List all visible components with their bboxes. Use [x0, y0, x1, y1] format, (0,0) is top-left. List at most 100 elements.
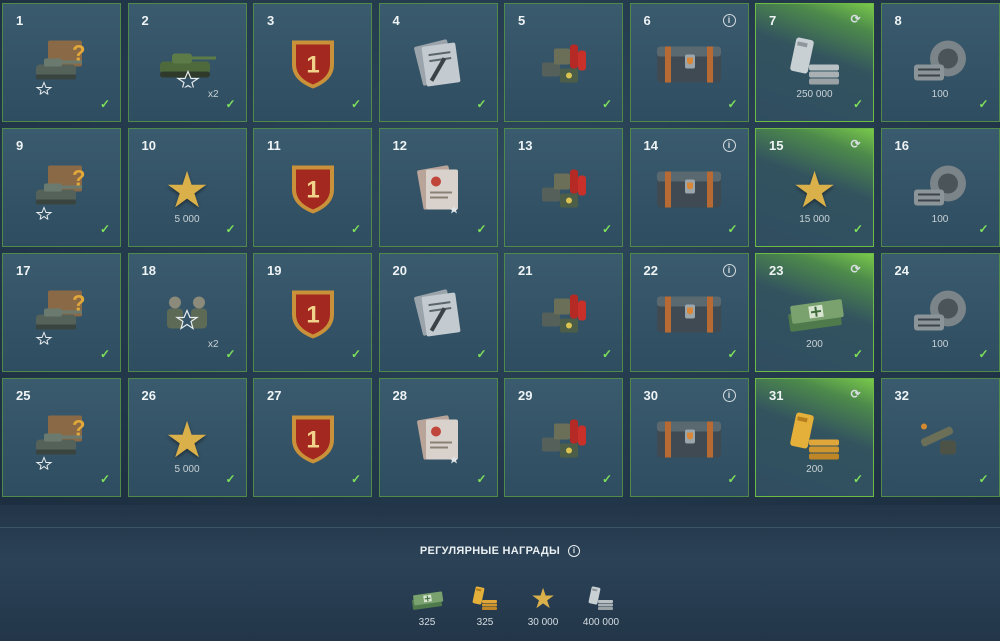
checkmark-icon: ✓ [978, 347, 989, 361]
tile-number: 17 [16, 263, 31, 278]
regular-rewards-title-text: РЕГУЛЯРНЫЕ НАГРАДЫ [419, 545, 561, 557]
reward-tile-32[interactable]: 32 ✓ [880, 378, 1000, 497]
regular-rewards-title: РЕГУЛЯРНЫЕ НАГРАДЫ i [0, 545, 1000, 557]
tile-number: 15 [769, 138, 784, 153]
info-icon[interactable]: i [722, 389, 736, 402]
info-icon[interactable]: i [568, 545, 581, 557]
checkmark-icon: ✓ [601, 472, 612, 486]
boosters-icon [908, 159, 972, 220]
cash-icon [398, 583, 456, 615]
cash-icon [783, 288, 847, 341]
checkmark-icon: ✓ [978, 472, 989, 486]
reward-tile-7[interactable]: 7 ⟳ 250 000 ✓ [755, 3, 874, 122]
reward-tile-28[interactable]: 28 ✓ [378, 378, 498, 497]
reward-tile-21[interactable]: 21 ✓ [504, 253, 623, 372]
tile-number: 2 [141, 13, 149, 28]
checkmark-icon: ✓ [99, 347, 110, 361]
reward-tile-27[interactable]: 27 1 ✓ [253, 378, 372, 497]
reward-tile-31[interactable]: 31 ⟳ 200 ✓ [755, 378, 874, 497]
checkmark-icon: ✓ [476, 222, 487, 236]
mystery-tank-icon: ? [30, 30, 94, 99]
checkmark-icon: ✓ [601, 222, 612, 236]
svg-text:1: 1 [306, 426, 319, 453]
refresh-icon[interactable]: ⟳ [850, 13, 861, 25]
info-icon[interactable]: i [722, 14, 736, 27]
checkmark-icon: ✓ [225, 472, 236, 486]
reward-tile-29[interactable]: 29 ✓ [504, 378, 623, 497]
reward-tile-12[interactable]: 12 ✓ [378, 128, 498, 247]
reward-tile-5[interactable]: 5 ✓ [504, 3, 623, 122]
info-icon[interactable]: i [722, 264, 736, 277]
reward-tile-6[interactable]: 6 i ✓ [629, 3, 749, 122]
checkmark-icon: ✓ [350, 97, 361, 111]
reward-tile-25[interactable]: 25? ✓ [2, 378, 121, 497]
reward-tile-23[interactable]: 23 ⟳ 200 ✓ [755, 253, 874, 372]
reward-tile-10[interactable]: 10 ★ 5 000 ✓ [127, 128, 247, 247]
reward-tile-3[interactable]: 3 1 ✓ [253, 3, 372, 122]
reward-tile-15[interactable]: 15 ★ ⟳ 15 000 ✓ [755, 128, 874, 247]
reward-tile-8[interactable]: 8 100 ✓ [880, 3, 1000, 122]
checkmark-icon: ✓ [852, 222, 863, 236]
rewards-grid: 1? ✓ 2 x2 ✓ 3 1 ✓ 4 ✓ 5 ✓ 6 i ✓ 7 ⟳ 250 000 ✓ 8 100 ✓ 9? ✓ 10 ★ 5 … [2, 3, 1000, 497]
tile-number: 10 [141, 138, 156, 153]
reward-tile-2[interactable]: 2 x2 ✓ [127, 3, 247, 122]
checkmark-icon: ✓ [476, 347, 487, 361]
reward-multiplier: x2 [207, 339, 219, 350]
reward-tile-13[interactable]: 13 ✓ [504, 128, 623, 247]
chest-icon [655, 288, 723, 341]
tile-number: 14 [643, 138, 658, 153]
documents-icon [410, 284, 466, 345]
consumables-icon [536, 34, 592, 95]
tile-number: 25 [16, 388, 31, 403]
checkmark-icon: ✓ [601, 97, 612, 111]
mystery-tank-icon: ? [30, 405, 94, 474]
reward-tile-18[interactable]: 18 x2 ✓ [127, 253, 247, 372]
regular-reward-item: ★ 30 000 [514, 583, 572, 629]
papers-icon [410, 159, 466, 220]
reward-tile-19[interactable]: 19 1 ✓ [253, 253, 372, 372]
info-icon[interactable]: i [722, 139, 736, 152]
reward-tile-26[interactable]: 26 ★ 5 000 ✓ [127, 378, 247, 497]
tile-number: 22 [643, 263, 658, 278]
refresh-icon[interactable]: ⟳ [850, 388, 861, 400]
regular-reward-value: 30 000 [527, 617, 559, 628]
reward-tile-9[interactable]: 9? ✓ [2, 128, 121, 247]
reward-tile-16[interactable]: 16 100 ✓ [880, 128, 1000, 247]
regular-reward-item: 325 [456, 583, 514, 628]
reward-tile-30[interactable]: 30 i ✓ [629, 378, 749, 497]
tank-icon [152, 37, 222, 92]
tile-number: 27 [267, 388, 282, 403]
tile-number: 7 [769, 13, 777, 28]
tile-number: 29 [518, 388, 533, 403]
documents-icon [410, 34, 466, 95]
tile-number: 11 [267, 138, 281, 153]
reward-tile-4[interactable]: 4 ✓ [378, 3, 498, 122]
reward-tile-24[interactable]: 24 100 ✓ [880, 253, 1000, 372]
reward-tile-14[interactable]: 14 i ✓ [629, 128, 749, 247]
silver-icon [785, 34, 845, 95]
refresh-icon[interactable]: ⟳ [850, 263, 861, 275]
tile-number: 28 [392, 388, 407, 403]
chest-icon [655, 413, 723, 466]
reward-tile-22[interactable]: 22 i ✓ [629, 253, 749, 372]
regular-reward-value: 325 [476, 617, 494, 628]
reward-tile-17[interactable]: 17? ✓ [2, 253, 121, 372]
checkmark-icon: ✓ [978, 222, 989, 236]
reward-tile-1[interactable]: 1? ✓ [2, 3, 121, 122]
checkmark-icon: ✓ [476, 97, 487, 111]
reward-tile-11[interactable]: 11 1 ✓ [253, 128, 372, 247]
consumables-icon [536, 284, 592, 345]
star-icon: ★ [530, 583, 556, 614]
gold-icon [456, 583, 514, 615]
rank-medal-icon: 1 [288, 159, 338, 220]
checkmark-icon: ✓ [727, 347, 738, 361]
mystery-tank-icon: ? [30, 280, 94, 349]
boosters-icon [908, 34, 972, 95]
reward-tile-20[interactable]: 20 ✓ [378, 253, 498, 372]
tile-number: 30 [643, 388, 658, 403]
divider [0, 527, 1000, 528]
refresh-icon[interactable]: ⟳ [850, 138, 861, 150]
crew-icon [155, 286, 219, 343]
tile-number: 16 [894, 138, 909, 153]
chest-icon [655, 38, 723, 91]
